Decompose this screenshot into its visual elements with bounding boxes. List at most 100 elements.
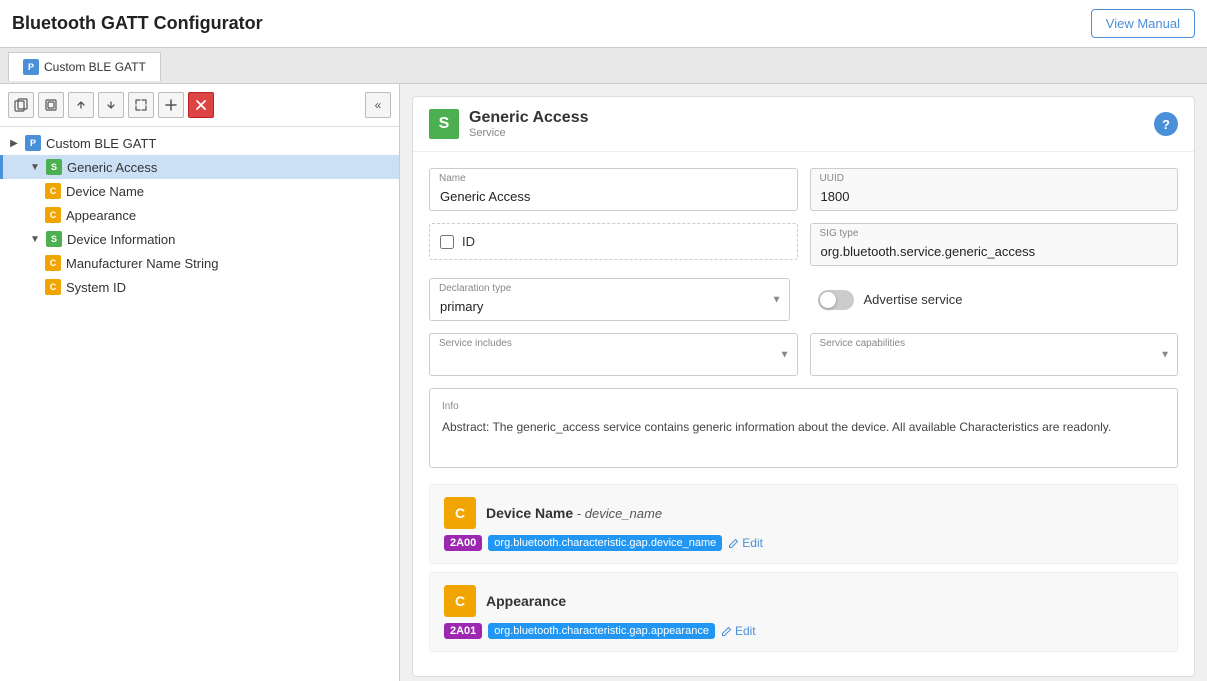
char-device-name-title: Device Name - device_name <box>486 505 662 521</box>
sidebar-item-manufacturer-name-string[interactable]: C Manufacturer Name String <box>0 251 399 275</box>
name-input[interactable] <box>429 168 798 211</box>
char-appearance-info: Appearance <box>486 593 566 609</box>
copy-doc-button[interactable] <box>8 92 34 118</box>
system-id-icon: C <box>45 279 61 295</box>
remove-button[interactable] <box>188 92 214 118</box>
characteristics-section: C Device Name - device_name 2A00 org.blu… <box>413 484 1194 676</box>
id-checkbox[interactable] <box>440 235 454 249</box>
service-body: Name UUID ID <box>413 152 1194 484</box>
sidebar-item-system-id[interactable]: C System ID <box>0 275 399 299</box>
generic-access-service-card: S Generic Access Service ? Name UUID <box>412 96 1195 677</box>
id-label: ID <box>462 234 475 249</box>
manufacturer-name-label: Manufacturer Name String <box>66 256 218 271</box>
main-layout: « ▶ P Custom BLE GATT ▼ S Generic Access… <box>0 84 1207 681</box>
service-s-icon: S <box>429 109 459 139</box>
appearance-edit-link[interactable]: Edit <box>721 624 756 638</box>
tree-arrow: ▶ <box>8 138 20 149</box>
service-subtitle: Service <box>469 127 588 139</box>
sig-type-input <box>810 223 1179 266</box>
sig-type-field-group: SIG type <box>810 223 1179 266</box>
device-name-icon: C <box>45 183 61 199</box>
sidebar: « ▶ P Custom BLE GATT ▼ S Generic Access… <box>0 84 400 681</box>
id-field-group: ID <box>429 223 798 266</box>
toggle-knob <box>820 292 836 308</box>
id-sigtype-row: ID SIG type <box>429 223 1178 266</box>
app-title: Bluetooth GATT Configurator <box>12 13 263 34</box>
appearance-characteristic: C Appearance 2A01 org.bluetooth.characte… <box>429 572 1178 652</box>
char-device-name-label: Device Name <box>486 505 573 521</box>
char-device-name-suffix: - device_name <box>577 506 662 521</box>
custom-ble-gatt-label: Custom BLE GATT <box>46 136 156 151</box>
add-button[interactable] <box>158 92 184 118</box>
service-capabilities-group: Service capabilities ▼ <box>810 333 1179 376</box>
generic-access-label: Generic Access <box>67 160 157 175</box>
tab-custom-ble-gatt[interactable]: P Custom BLE GATT <box>8 52 161 81</box>
collapse-sidebar-button[interactable]: « <box>365 92 391 118</box>
service-header-text: Generic Access Service <box>469 109 588 139</box>
device-name-hex-tag: 2A00 <box>444 535 482 551</box>
device-information-label: Device Information <box>67 232 175 247</box>
sidebar-item-device-name[interactable]: C Device Name <box>0 179 399 203</box>
appearance-label: Appearance <box>66 208 136 223</box>
copy-button[interactable] <box>38 92 64 118</box>
device-name-char-tags: 2A00 org.bluetooth.characteristic.gap.de… <box>444 535 1163 551</box>
info-label: Info <box>442 401 1165 412</box>
char-device-name-info: Device Name - device_name <box>486 505 662 521</box>
top-bar: Bluetooth GATT Configurator View Manual <box>0 0 1207 48</box>
sidebar-toolbar: « <box>0 84 399 127</box>
service-card-header: S Generic Access Service ? <box>413 97 1194 152</box>
device-information-icon: S <box>46 231 62 247</box>
move-up-button[interactable] <box>68 92 94 118</box>
device-name-edit-link[interactable]: Edit <box>728 536 763 550</box>
sidebar-item-appearance[interactable]: C Appearance <box>0 203 399 227</box>
tab-bar: P Custom BLE GATT <box>0 48 1207 84</box>
service-capabilities-label: Service capabilities <box>820 338 906 349</box>
device-name-char-icon: C <box>444 497 476 529</box>
name-uuid-row: Name UUID <box>429 168 1178 211</box>
appearance-icon: C <box>45 207 61 223</box>
top-bar-actions: View Manual <box>1091 9 1195 38</box>
sig-type-label: SIG type <box>820 228 859 239</box>
device-name-label: Device Name <box>66 184 144 199</box>
help-button[interactable]: ? <box>1154 112 1178 136</box>
declaration-type-group: Declaration type primary secondary ▼ <box>429 278 790 321</box>
device-name-characteristic: C Device Name - device_name 2A00 org.blu… <box>429 484 1178 564</box>
service-includes-capabilities-row: Service includes ▼ Service capabilities … <box>429 333 1178 376</box>
appearance-char-tags: 2A01 org.bluetooth.characteristic.gap.ap… <box>444 623 1163 639</box>
char-appearance-label: Appearance <box>486 593 566 609</box>
appearance-hex-tag: 2A01 <box>444 623 482 639</box>
advertise-service-toggle[interactable] <box>818 290 854 310</box>
custom-ble-gatt-icon: P <box>25 135 41 151</box>
name-label: Name <box>439 173 466 184</box>
content-area: S Generic Access Service ? Name UUID <box>400 84 1207 681</box>
tab-label: Custom BLE GATT <box>44 60 146 74</box>
advertise-service-label: Advertise service <box>864 292 963 307</box>
sidebar-item-generic-access[interactable]: ▼ S Generic Access <box>0 155 399 179</box>
info-box: Info Abstract: The generic_access servic… <box>429 388 1178 468</box>
move-down-button[interactable] <box>98 92 124 118</box>
declaration-advertise-row: Declaration type primary secondary ▼ Adv… <box>429 278 1178 321</box>
expand-button[interactable] <box>128 92 154 118</box>
view-manual-button[interactable]: View Manual <box>1091 9 1195 38</box>
appearance-char-icon: C <box>444 585 476 617</box>
info-text: Abstract: The generic_access service con… <box>442 418 1165 436</box>
appearance-sig-tag: org.bluetooth.characteristic.gap.appeara… <box>488 623 715 639</box>
declaration-type-label: Declaration type <box>439 283 511 294</box>
service-includes-label: Service includes <box>439 338 512 349</box>
tab-p-icon: P <box>23 59 39 75</box>
advertise-service-row: Advertise service <box>802 282 1179 318</box>
generic-access-icon: S <box>46 159 62 175</box>
tree-arrow-device-info: ▼ <box>29 234 41 245</box>
manufacturer-name-icon: C <box>45 255 61 271</box>
sidebar-tree: ▶ P Custom BLE GATT ▼ S Generic Access C… <box>0 127 399 681</box>
system-id-label: System ID <box>66 280 126 295</box>
uuid-field-group: UUID <box>810 168 1179 211</box>
uuid-input[interactable] <box>810 168 1179 211</box>
sidebar-item-device-information[interactable]: ▼ S Device Information <box>0 227 399 251</box>
sidebar-item-custom-ble-gatt[interactable]: ▶ P Custom BLE GATT <box>0 131 399 155</box>
char-appearance-header: C Appearance <box>444 585 1163 617</box>
uuid-label: UUID <box>820 173 844 184</box>
name-field-group: Name <box>429 168 798 211</box>
id-checkbox-row: ID <box>429 223 798 260</box>
char-device-name-header: C Device Name - device_name <box>444 497 1163 529</box>
